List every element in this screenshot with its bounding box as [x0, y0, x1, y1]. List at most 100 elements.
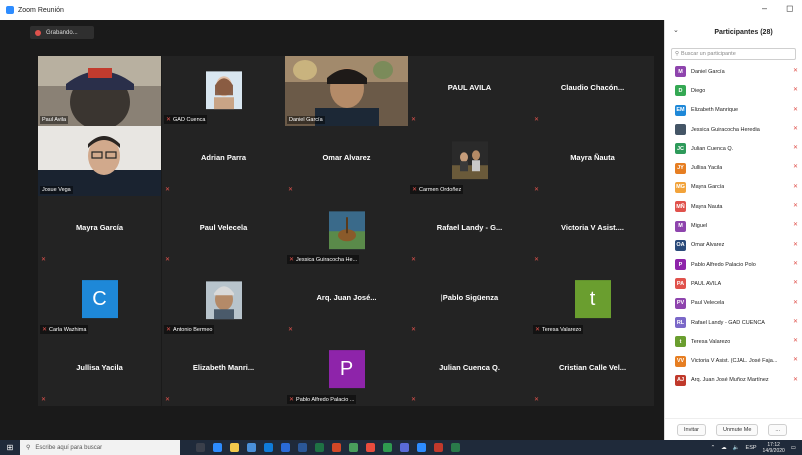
participant-tile[interactable]: |Pablo Sigüenza ✕ — [408, 266, 531, 336]
acrobat-icon[interactable] — [434, 443, 443, 452]
participant-tile[interactable]: ✕ Jessica Guiracocha He... — [285, 196, 408, 266]
volume-icon[interactable]: 🔈 — [733, 445, 740, 451]
participant-row[interactable]: OA Omar Alvarez ✕ — [665, 236, 802, 255]
edge-icon[interactable] — [213, 443, 222, 452]
notifications-icon[interactable]: ▭ — [791, 445, 796, 451]
powerpoint-icon[interactable] — [332, 443, 341, 452]
store-icon[interactable] — [247, 443, 256, 452]
participant-row[interactable]: D Diego ✕ — [665, 81, 802, 100]
task-view-icon[interactable] — [196, 443, 205, 452]
muted-mic-icon[interactable]: ✕ — [793, 356, 798, 363]
minimize-button[interactable]: – — [762, 3, 767, 13]
participant-tile[interactable]: Rafael Landy - G... ✕ — [408, 196, 531, 266]
muted-mic-icon[interactable]: ✕ — [793, 183, 798, 190]
muted-mic-icon[interactable]: ✕ — [793, 67, 798, 74]
participant-row[interactable]: PA PAUL AVILA ✕ — [665, 274, 802, 293]
participant-name-center: Paul Velecela — [162, 223, 285, 232]
muted-mic-icon[interactable]: ✕ — [793, 279, 798, 286]
clock[interactable]: 17:12 14/9/2020 — [763, 442, 785, 454]
participant-tile[interactable]: t ✕ Teresa Valarezo — [531, 266, 654, 336]
search-icon: ⚲ — [26, 445, 31, 451]
participant-search-input[interactable]: ⚲ Buscar un participante — [671, 48, 796, 60]
participant-row[interactable]: t Teresa Valarezo ✕ — [665, 332, 802, 351]
mail-icon[interactable] — [264, 443, 273, 452]
participant-row[interactable]: M Daniel García ✕ — [665, 62, 802, 81]
participant-tile[interactable]: Victoria V Asist.... ✕ — [531, 196, 654, 266]
participant-tile[interactable]: PAUL AVILA ✕ — [408, 56, 531, 126]
participant-tile[interactable]: Elizabeth Manri... ✕ — [162, 336, 285, 406]
avatar-initials: RL — [676, 319, 685, 326]
avatar-initials: PA — [676, 280, 685, 287]
more-options-button[interactable]: ... — [768, 423, 788, 436]
participant-tile[interactable]: Omar Alvarez ✕ — [285, 126, 408, 196]
participant-row[interactable]: M Miguel ✕ — [665, 216, 802, 235]
participant-row[interactable]: AJ Arq. Juan José Muñoz Martínez ✕ — [665, 371, 802, 390]
participant-row[interactable]: Jessica Guiracocha Heredia ✕ — [665, 120, 802, 139]
muted-mic-icon[interactable]: ✕ — [793, 221, 798, 228]
muted-mic-icon[interactable]: ✕ — [793, 86, 798, 93]
maps-icon[interactable] — [383, 443, 392, 452]
participant-name: Pablo Alfredo Palacio Polo — [691, 261, 756, 268]
participant-row[interactable]: JC Julian Cuenca Q. ✕ — [665, 139, 802, 158]
muted-mic-icon[interactable]: ✕ — [793, 163, 798, 170]
muted-mic-icon[interactable]: ✕ — [793, 202, 798, 209]
participant-row[interactable]: JY Jullisa Yacila ✕ — [665, 158, 802, 177]
excel-icon[interactable] — [315, 443, 324, 452]
windows-start-icon[interactable]: ⊞ — [0, 440, 20, 455]
muted-mic-icon[interactable]: ✕ — [793, 125, 798, 132]
participant-tile[interactable]: C ✕ Carla Wazhima — [38, 266, 161, 336]
muted-mic-icon[interactable]: ✕ — [793, 337, 798, 344]
participant-tile[interactable]: P ✕ Pablo Alfredo Palacio ... — [285, 336, 408, 406]
participant-row[interactable]: P Pablo Alfredo Palacio Polo ✕ — [665, 255, 802, 274]
participant-tile[interactable]: ✕ Antonio Bermeo — [162, 266, 285, 336]
participant-tile[interactable]: Cristian Calle Vel... ✕ — [531, 336, 654, 406]
muted-mic-icon[interactable]: ✕ — [793, 376, 798, 383]
participant-tile[interactable]: Adrian Parra ✕ — [162, 126, 285, 196]
participant-name-label: ✕ Carla Wazhima — [40, 325, 89, 334]
restore-button[interactable]: ◻ — [786, 3, 793, 14]
chevron-down-icon[interactable]: ⌄ — [673, 26, 679, 34]
photos-icon[interactable] — [400, 443, 409, 452]
muted-mic-icon[interactable]: ✕ — [793, 241, 798, 248]
participant-row[interactable]: RL Rafael Landy - GAD CUENCA ✕ — [665, 313, 802, 332]
participant-tile[interactable]: Josue Vega — [38, 126, 161, 196]
participant-row[interactable]: PV Paul Velecela ✕ — [665, 294, 802, 313]
invite-button[interactable]: Invitar — [677, 423, 706, 436]
participant-name: Cristian Calle Vel... — [558, 363, 627, 372]
taskbar-search-input[interactable]: ⚲ Escribe aquí para buscar — [20, 440, 180, 455]
participant-row[interactable]: EM Elizabeth Manrique ✕ — [665, 101, 802, 120]
zoom-taskbar-icon[interactable] — [417, 443, 426, 452]
word-icon[interactable] — [298, 443, 307, 452]
participant-tile[interactable]: Claudio Chacón... ✕ — [531, 56, 654, 126]
participant-list: M Daniel García ✕ D Diego ✕ EM Elizabeth Manriq… — [665, 62, 802, 390]
participant-tile[interactable]: ✕ GAD Cuenca — [162, 56, 285, 126]
participant-tile[interactable]: Jullisa Yacila ✕ — [38, 336, 161, 406]
participant-tile[interactable]: Paul Avila — [38, 56, 161, 126]
network-icon[interactable]: ☁ — [721, 445, 727, 451]
participant-row[interactable]: MG Mayra García ✕ — [665, 178, 802, 197]
app-icon[interactable] — [349, 443, 358, 452]
muted-mic-icon[interactable]: ✕ — [793, 260, 798, 267]
recording-indicator[interactable]: Grabando... — [30, 26, 94, 39]
participant-tile[interactable]: Julian Cuenca Q. ✕ — [408, 336, 531, 406]
muted-mic-icon[interactable]: ✕ — [793, 106, 798, 113]
participant-tile[interactable]: Daniel García — [285, 56, 408, 126]
muted-mic-icon[interactable]: ✕ — [793, 318, 798, 325]
participant-tile[interactable]: ✕ Carmen Ordoñez — [408, 126, 531, 196]
chrome-icon[interactable] — [366, 443, 375, 452]
participant-tile[interactable]: Mayra Ñauta ✕ — [531, 126, 654, 196]
tray-chevron-icon[interactable]: ⌃ — [711, 445, 716, 451]
participant-tile[interactable]: Arq. Juan José... ✕ — [285, 266, 408, 336]
muted-mic-icon[interactable]: ✕ — [793, 144, 798, 151]
participant-row[interactable]: VV Victoria V Asist. (CJAL. José Faja... ✕ — [665, 351, 802, 370]
muted-mic-icon[interactable]: ✕ — [793, 299, 798, 306]
app2-icon[interactable] — [451, 443, 460, 452]
file-explorer-icon[interactable] — [230, 443, 239, 452]
language-indicator[interactable]: ESP — [746, 445, 757, 451]
skype-icon[interactable] — [281, 443, 290, 452]
participant-tile[interactable]: Mayra García ✕ — [38, 196, 161, 266]
participant-tile[interactable]: Paul Velecela ✕ — [162, 196, 285, 266]
muted-mic-icon: ✕ — [41, 397, 47, 403]
unmute-me-button[interactable]: Unmute Me — [715, 423, 759, 436]
participant-row[interactable]: MÑ Mayra Ñauta ✕ — [665, 197, 802, 216]
